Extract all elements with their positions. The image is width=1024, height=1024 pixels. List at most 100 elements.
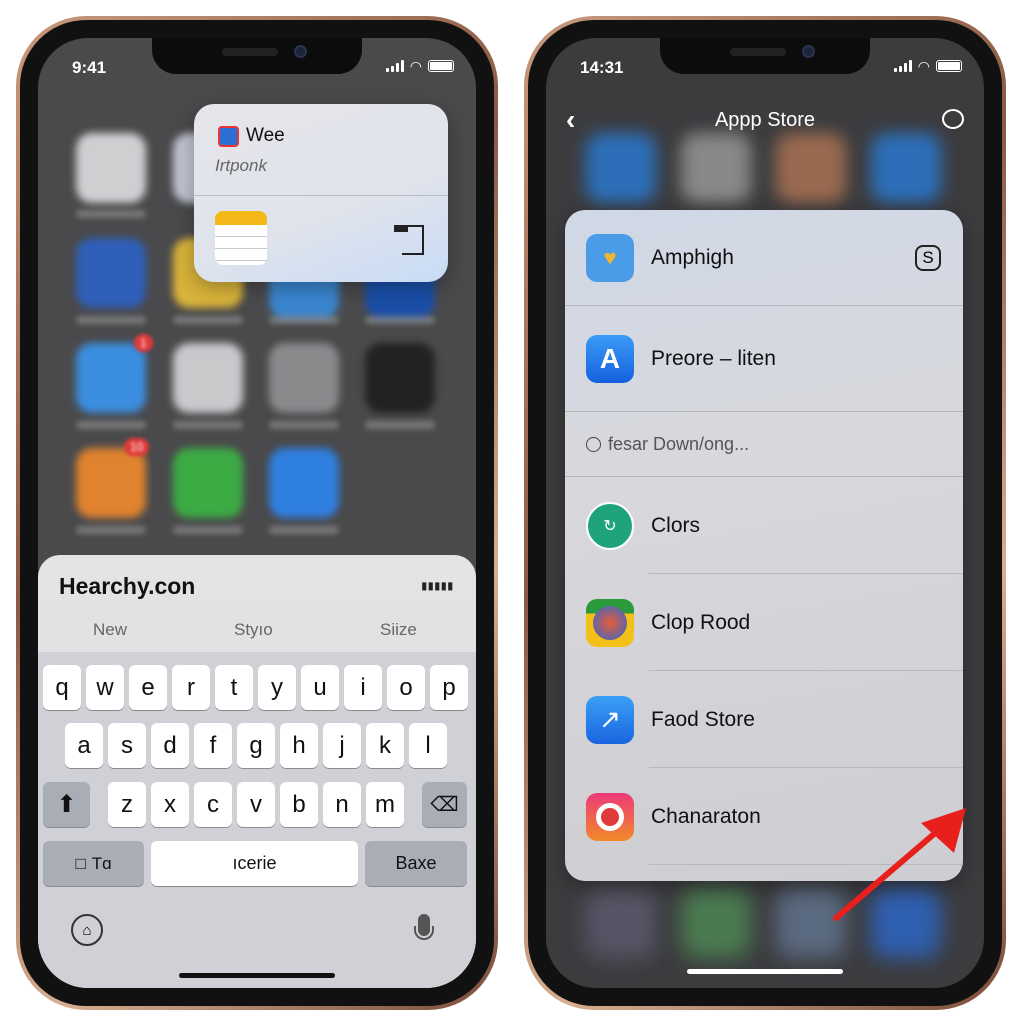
return-key[interactable]: Baxe bbox=[365, 841, 467, 886]
key-g[interactable]: g bbox=[237, 723, 275, 768]
list-item[interactable]: ♥ Amphigh S bbox=[565, 210, 963, 306]
popup-header[interactable]: Wee Irtponk bbox=[194, 104, 448, 196]
shift-key[interactable]: ⬆ bbox=[43, 782, 90, 827]
key-b[interactable]: b bbox=[280, 782, 318, 827]
background-app-icon bbox=[586, 133, 656, 203]
microphone-icon[interactable] bbox=[413, 914, 435, 946]
list-item[interactable]: A Preore – liten bbox=[565, 307, 963, 412]
status-icons: ◠ bbox=[385, 58, 454, 74]
popup-action[interactable] bbox=[194, 197, 448, 282]
key-s[interactable]: s bbox=[108, 723, 146, 768]
safari-app-icon[interactable] bbox=[76, 343, 146, 413]
home-screen: 9:41 ◠ 1 10 Wee Irtponk Hearchy.con ▮▮▮▮… bbox=[38, 38, 476, 988]
mail-app-icon[interactable] bbox=[269, 448, 339, 518]
facebook-app-icon[interactable] bbox=[76, 238, 146, 308]
list-item-label: Preore – liten bbox=[651, 347, 776, 370]
key-q[interactable]: q bbox=[43, 665, 81, 710]
list-item[interactable]: ↗ Faod Store bbox=[565, 671, 963, 768]
battery-icon bbox=[936, 60, 962, 72]
quick-action-popup: Wee Irtponk bbox=[194, 104, 448, 282]
popup-subtitle: Irtponk bbox=[215, 156, 267, 175]
status-time: 14:31 bbox=[580, 58, 624, 77]
key-h[interactable]: h bbox=[280, 723, 318, 768]
list-item-label: Faod Store bbox=[651, 707, 755, 731]
wifi-icon: ◠ bbox=[409, 58, 422, 74]
app-label bbox=[365, 316, 435, 324]
delete-icon: ⌫ bbox=[430, 794, 459, 816]
mode-key[interactable]: □ Tɑ bbox=[43, 841, 144, 886]
signal-icon bbox=[385, 60, 404, 72]
key-n[interactable]: n bbox=[323, 782, 361, 827]
list-item[interactable]: Clop Rood bbox=[565, 574, 963, 671]
key-m[interactable]: m bbox=[366, 782, 404, 827]
keyboard-tab[interactable]: Styıo bbox=[234, 620, 273, 640]
arrow-shaft bbox=[833, 825, 944, 921]
app-label bbox=[365, 421, 435, 429]
books-app-icon[interactable] bbox=[76, 448, 146, 518]
dots-icon[interactable]: ▮▮▮▮▮ bbox=[421, 581, 454, 592]
key-p[interactable]: p bbox=[430, 665, 468, 710]
key-x[interactable]: x bbox=[151, 782, 189, 827]
key-v[interactable]: v bbox=[237, 782, 275, 827]
home-indicator[interactable] bbox=[179, 973, 335, 978]
key-w[interactable]: w bbox=[86, 665, 124, 710]
key-r[interactable]: r bbox=[172, 665, 210, 710]
hexagon-s-icon[interactable]: S bbox=[915, 244, 941, 271]
key-e[interactable]: e bbox=[129, 665, 167, 710]
phone-app-icon[interactable] bbox=[173, 448, 243, 518]
clors-app-icon: ↻ bbox=[586, 501, 634, 550]
app-label bbox=[76, 210, 146, 218]
key-a[interactable]: a bbox=[65, 723, 103, 768]
app-label bbox=[76, 316, 146, 324]
apple-timer-icon[interactable] bbox=[942, 109, 964, 129]
background-app-icon bbox=[776, 133, 846, 203]
app-label bbox=[269, 526, 339, 534]
app-label bbox=[173, 316, 243, 324]
left-phone: 9:41 ◠ 1 10 Wee Irtponk Hearchy.con ▮▮▮▮… bbox=[16, 16, 498, 1010]
amphigh-app-icon: ♥ bbox=[586, 233, 634, 282]
space-key[interactable]: ıcerie bbox=[151, 841, 358, 886]
lock-app-icon[interactable] bbox=[365, 343, 435, 413]
keyboard-tab[interactable]: Siize bbox=[380, 620, 417, 640]
background-app-icon bbox=[681, 888, 751, 958]
key-f[interactable]: f bbox=[194, 723, 232, 768]
home-indicator[interactable] bbox=[687, 969, 843, 974]
background-app-icon bbox=[871, 133, 941, 203]
list-item-label: fesar Down/ong... bbox=[608, 434, 750, 454]
emoji-box-icon: □ bbox=[75, 853, 86, 873]
key-z[interactable]: z bbox=[108, 782, 146, 827]
delete-key[interactable]: ⌫ bbox=[422, 782, 467, 827]
app-list-panel: ♥ Amphigh S A Preore – liten fesar Down/… bbox=[565, 210, 963, 881]
notes-icon bbox=[215, 211, 267, 265]
suggestion-title[interactable]: Hearchy.con bbox=[59, 573, 195, 600]
key-j[interactable]: j bbox=[323, 723, 361, 768]
mode-key-label: Tɑ bbox=[91, 853, 112, 873]
key-o[interactable]: o bbox=[387, 665, 425, 710]
key-y[interactable]: y bbox=[258, 665, 296, 710]
key-d[interactable]: d bbox=[151, 723, 189, 768]
key-l[interactable]: l bbox=[409, 723, 447, 768]
key-k[interactable]: k bbox=[366, 723, 404, 768]
notification-badge: 1 bbox=[134, 334, 153, 352]
wifi-icon: ◠ bbox=[917, 58, 930, 74]
list-item[interactable]: ↻ Clors bbox=[565, 477, 963, 574]
background-app-icon bbox=[681, 133, 751, 203]
bracket-icon[interactable] bbox=[394, 225, 424, 255]
list-item[interactable]: fesar Down/ong... bbox=[565, 413, 963, 477]
key-u[interactable]: u bbox=[301, 665, 339, 710]
keyboard: Hearchy.con ▮▮▮▮▮ New Styıo Siize qwerty… bbox=[38, 555, 476, 988]
app-icon[interactable] bbox=[76, 133, 146, 203]
keys-area: qwertyuiop asdfghjkl zxcvbnm ⬆ ⌫ □ Tɑ ıceri… bbox=[38, 652, 476, 988]
shift-icon: ⬆ bbox=[56, 791, 77, 818]
battery-icon bbox=[428, 60, 454, 72]
key-c[interactable]: c bbox=[194, 782, 232, 827]
home-icon[interactable]: ⌂ bbox=[71, 914, 103, 946]
status-time: 9:41 bbox=[72, 58, 107, 77]
list-item-label: Clop Rood bbox=[651, 610, 751, 634]
app-icon[interactable] bbox=[269, 343, 339, 413]
key-i[interactable]: i bbox=[344, 665, 382, 710]
key-t[interactable]: t bbox=[215, 665, 253, 710]
photos-app-icon[interactable] bbox=[173, 343, 243, 413]
app-store-icon: A bbox=[586, 335, 634, 383]
keyboard-tab[interactable]: New bbox=[93, 620, 127, 640]
